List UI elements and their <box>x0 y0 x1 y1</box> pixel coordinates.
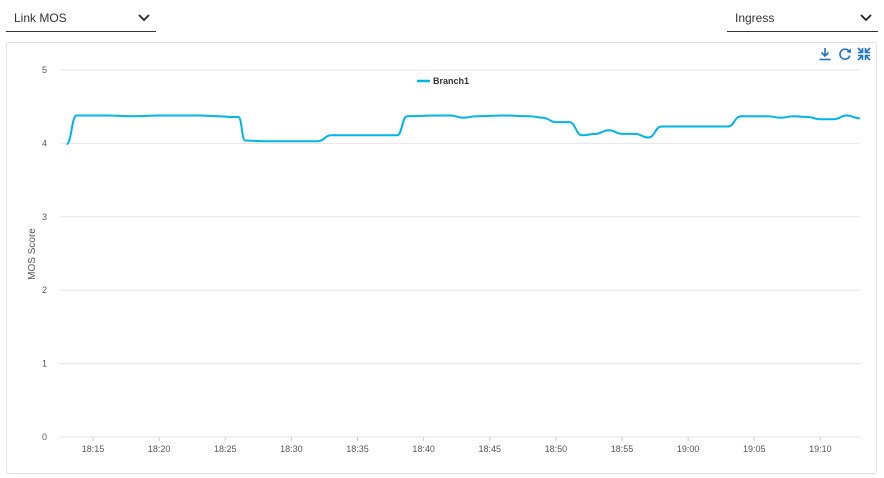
x-tick-label: 18:50 <box>545 444 568 454</box>
x-tick-label: 19:05 <box>743 444 766 454</box>
y-tick-label: 5 <box>42 65 47 75</box>
x-tick-label: 19:10 <box>809 444 832 454</box>
y-tick-label: 2 <box>42 285 47 295</box>
y-tick-label: 0 <box>42 432 47 442</box>
y-tick-label: 4 <box>42 138 47 148</box>
x-tick-label: 19:00 <box>677 444 700 454</box>
x-tick-label: 18:35 <box>346 444 369 454</box>
y-tick-label: 3 <box>42 212 47 222</box>
x-tick-label: 18:20 <box>148 444 171 454</box>
line-chart: 0 1 2 3 4 5 18:15 18:20 18:25 18:30 18:35 18:40 18:… <box>27 65 861 454</box>
x-tick-label: 18:15 <box>82 444 105 454</box>
x-tick-label: 18:55 <box>611 444 634 454</box>
x-tick-label: 18:45 <box>478 444 501 454</box>
legend-label: Branch1 <box>433 76 469 86</box>
x-tick-label: 18:40 <box>412 444 435 454</box>
y-tick-label: 1 <box>42 359 47 369</box>
x-tick-label: 18:30 <box>280 444 303 454</box>
x-tick-label: 18:25 <box>214 444 237 454</box>
legend[interactable]: Branch1 <box>417 76 469 86</box>
series-line[interactable] <box>66 114 861 146</box>
y-axis-title: MOS Score <box>27 228 38 280</box>
